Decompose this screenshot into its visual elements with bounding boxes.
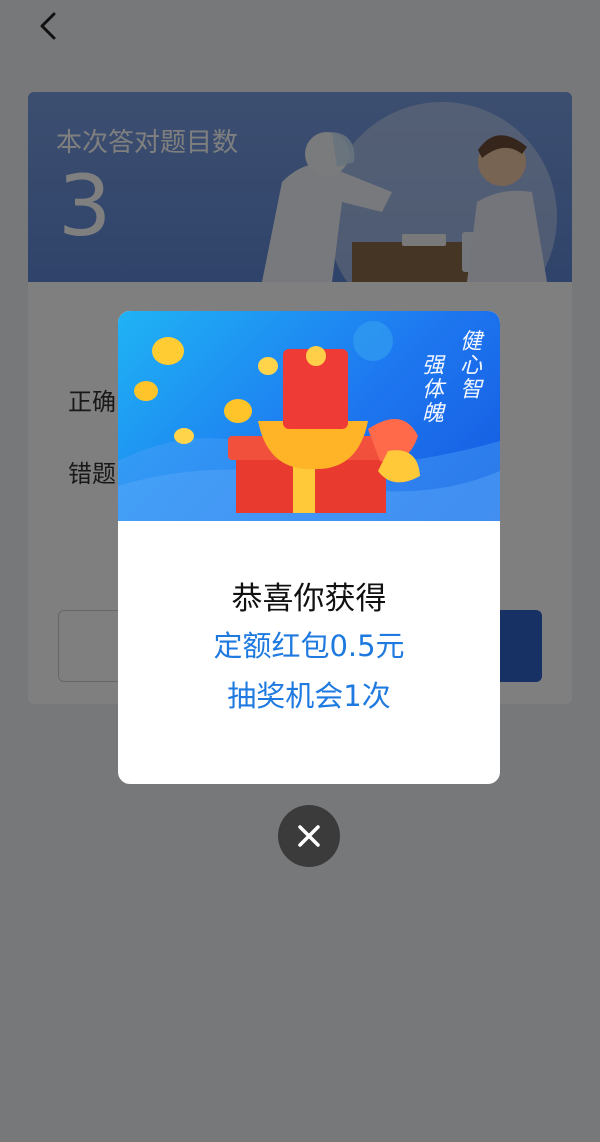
prize-red-packet: 定额红包0.5元	[213, 629, 405, 663]
prize-lottery-chance: 抽奖机会1次	[227, 679, 391, 713]
close-modal-button[interactable]	[278, 805, 340, 867]
slogan-line-1: 健心智	[456, 329, 481, 401]
reward-modal: 健心智 强体魄 恭喜你获得 定额红包0.5元 抽奖机会1次	[118, 311, 500, 784]
reward-banner: 健心智 强体魄	[118, 311, 500, 521]
close-icon	[298, 825, 320, 847]
slogan-line-2: 强体魄	[418, 353, 443, 425]
congrats-text: 恭喜你获得	[231, 581, 387, 617]
